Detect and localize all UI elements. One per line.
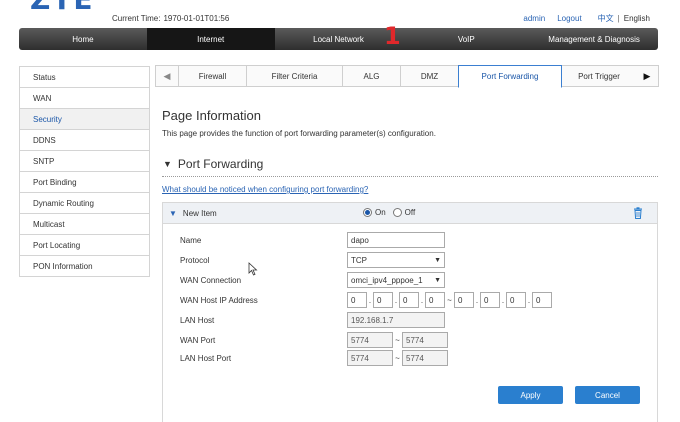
annotation-1: 1 bbox=[384, 22, 401, 50]
wan-ip-end-octet-4[interactable]: 0 bbox=[532, 292, 552, 308]
caret-down-icon: ▼ bbox=[169, 208, 177, 218]
wan-ip-start-octet-2[interactable]: 0 bbox=[373, 292, 393, 308]
radio-on[interactable] bbox=[363, 208, 372, 217]
tab-filter-criteria[interactable]: Filter Criteria bbox=[246, 66, 342, 86]
top-links: admin Logout 中文 | English bbox=[523, 13, 650, 24]
wan-connection-select[interactable]: omci_ipv4_pppoe_1 ▼ bbox=[347, 272, 445, 288]
notice-link[interactable]: What should be noticed when configuring … bbox=[162, 185, 368, 194]
cancel-button[interactable]: Cancel bbox=[575, 386, 640, 404]
sidebar-item-port-binding[interactable]: Port Binding bbox=[19, 172, 150, 193]
lan-host-label: LAN Host bbox=[180, 316, 215, 325]
sidebar-item-port-locating[interactable]: Port Locating bbox=[19, 235, 150, 256]
nav-voip[interactable]: VoIP bbox=[402, 28, 530, 50]
wan-port-label: WAN Port bbox=[180, 336, 216, 345]
sidebar-item-multicast[interactable]: Multicast bbox=[19, 214, 150, 235]
protocol-label: Protocol bbox=[180, 256, 210, 265]
name-input[interactable]: dapo bbox=[347, 232, 445, 248]
mouse-pointer-icon bbox=[248, 262, 258, 276]
radio-off[interactable] bbox=[392, 208, 402, 217]
radio-on-label: On bbox=[375, 208, 386, 217]
wan-port-end-input[interactable]: 5774 bbox=[402, 332, 448, 348]
page-title: Page Information bbox=[162, 108, 262, 123]
sidebar-item-dynamic-routing[interactable]: Dynamic Routing bbox=[19, 193, 150, 214]
wan-ip-start-octet-1[interactable]: 0 bbox=[347, 292, 367, 308]
current-time-label: Current Time: bbox=[112, 14, 161, 23]
enable-radio-group: On Off bbox=[363, 208, 419, 217]
port-forwarding-item-panel: ▼ New Item On Off Name dapo Protocol TCP… bbox=[162, 202, 658, 422]
radio-off-label: Off bbox=[404, 208, 416, 217]
wan-connection-label: WAN Connection bbox=[180, 276, 242, 285]
sidebar: Status WAN Security DDNS SNTP Port Bindi… bbox=[19, 66, 150, 277]
apply-button[interactable]: Apply bbox=[498, 386, 563, 404]
chevron-left-icon[interactable]: ◀ bbox=[156, 66, 178, 86]
trash-icon[interactable] bbox=[633, 207, 643, 219]
range-separator: ~ bbox=[395, 353, 400, 363]
page-description: This page provides the function of port … bbox=[162, 129, 436, 138]
sidebar-item-wan[interactable]: WAN bbox=[19, 88, 150, 109]
lan-host-port-label: LAN Host Port bbox=[180, 354, 232, 363]
nav-management-diagnosis[interactable]: Management & Diagnosis bbox=[530, 28, 658, 50]
wan-ip-end-octet-3[interactable]: 0 bbox=[506, 292, 526, 308]
caret-down-icon: ▼ bbox=[163, 159, 172, 169]
item-header[interactable]: ▼ New Item On Off bbox=[163, 203, 657, 224]
lan-host-input[interactable]: 192.168.1.7 bbox=[347, 312, 445, 328]
chevron-right-icon[interactable]: ▶ bbox=[636, 66, 658, 86]
sub-tabs: ◀ Firewall Filter Criteria ALG DMZ Port … bbox=[155, 65, 659, 88]
wan-port-start-input[interactable]: 5774 bbox=[347, 332, 393, 348]
chevron-down-icon: ▼ bbox=[434, 276, 441, 284]
lan-host-port-end-input[interactable]: 5774 bbox=[402, 350, 448, 366]
main-nav: Home Internet Local Network VoIP Managem… bbox=[19, 28, 658, 50]
tab-port-forwarding[interactable]: Port Forwarding bbox=[458, 65, 562, 88]
tab-port-trigger[interactable]: Port Trigger bbox=[562, 66, 636, 86]
sidebar-item-pon-information[interactable]: PON Information bbox=[19, 256, 150, 277]
wan-connection-value: omci_ipv4_pppoe_1 bbox=[351, 275, 423, 285]
logout-link[interactable]: Logout bbox=[557, 14, 581, 23]
nav-internet[interactable]: Internet bbox=[146, 28, 275, 50]
protocol-value: TCP bbox=[351, 255, 367, 265]
current-time: Current Time: 1970-01-01T01:56 bbox=[112, 14, 229, 23]
chevron-down-icon: ▼ bbox=[434, 256, 441, 264]
wan-host-ip-label: WAN Host IP Address bbox=[180, 296, 258, 305]
lang-en-link[interactable]: English bbox=[624, 14, 650, 23]
protocol-select[interactable]: TCP ▼ bbox=[347, 252, 445, 268]
section-title: Port Forwarding bbox=[177, 157, 264, 171]
zte-logo: ZTE bbox=[30, 0, 95, 16]
sidebar-item-ddns[interactable]: DDNS bbox=[19, 130, 150, 151]
sidebar-item-sntp[interactable]: SNTP bbox=[19, 151, 150, 172]
range-separator: ~ bbox=[447, 295, 452, 305]
wan-ip-end-octet-2[interactable]: 0 bbox=[480, 292, 500, 308]
section-header[interactable]: ▼ Port Forwarding bbox=[163, 157, 263, 171]
lan-host-port-start-input[interactable]: 5774 bbox=[347, 350, 393, 366]
wan-host-ip-range: 0 . 0 . 0 . 0 ~ 0 . 0 . 0 . 0 bbox=[347, 292, 552, 308]
wan-ip-start-octet-3[interactable]: 0 bbox=[399, 292, 419, 308]
nav-home[interactable]: Home bbox=[19, 28, 147, 50]
wan-ip-start-octet-4[interactable]: 0 bbox=[425, 292, 445, 308]
tab-firewall[interactable]: Firewall bbox=[178, 66, 246, 86]
item-title: New Item bbox=[182, 208, 217, 218]
wan-ip-end-octet-1[interactable]: 0 bbox=[454, 292, 474, 308]
sidebar-item-status[interactable]: Status bbox=[19, 67, 150, 88]
user-link[interactable]: admin bbox=[523, 14, 545, 23]
current-time-value: 1970-01-01T01:56 bbox=[163, 14, 230, 23]
tab-dmz[interactable]: DMZ bbox=[400, 66, 458, 86]
name-label: Name bbox=[180, 236, 202, 245]
section-divider bbox=[162, 176, 658, 177]
sidebar-item-security[interactable]: Security bbox=[19, 109, 150, 130]
lang-separator: | bbox=[617, 14, 620, 23]
tab-alg[interactable]: ALG bbox=[342, 66, 400, 86]
lang-cn-link[interactable]: 中文 bbox=[598, 13, 614, 24]
range-separator: ~ bbox=[395, 335, 400, 345]
